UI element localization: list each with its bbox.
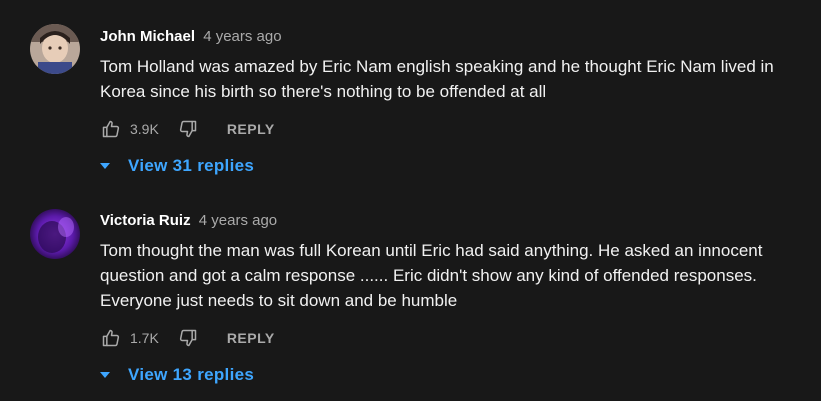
- thumbs-down-icon[interactable]: [177, 327, 199, 349]
- comment-text: Tom Holland was amazed by Eric Nam engli…: [100, 57, 774, 101]
- comment-header: John Michael 4 years ago: [100, 27, 800, 47]
- view-replies-button[interactable]: View 13 replies: [100, 363, 254, 387]
- view-replies-label: View 31 replies: [128, 156, 255, 175]
- comment-text: Tom thought the man was full Korean unti…: [100, 241, 763, 310]
- thumbs-down-icon[interactable]: [177, 118, 199, 140]
- comment-body: John Michael 4 years ago Tom Holland was…: [100, 27, 800, 104]
- comment-header: Victoria Ruiz 4 years ago: [100, 211, 800, 231]
- thumbs-up-icon[interactable]: [100, 118, 122, 140]
- comment-timestamp[interactable]: 4 years ago: [199, 212, 277, 229]
- like-count: 3.9K: [130, 121, 159, 137]
- caret-down-icon: [100, 163, 110, 169]
- author-name[interactable]: John Michael: [100, 28, 195, 45]
- view-replies-label: View 13 replies: [128, 365, 255, 384]
- author-name[interactable]: Victoria Ruiz: [100, 212, 191, 229]
- comment-actions: 1.7K REPLY: [100, 326, 275, 350]
- caret-down-icon: [100, 372, 110, 378]
- reply-button[interactable]: REPLY: [227, 330, 275, 346]
- avatar[interactable]: [30, 24, 80, 74]
- avatar-image: [30, 24, 80, 74]
- comment-timestamp[interactable]: 4 years ago: [203, 28, 281, 45]
- like-count: 1.7K: [130, 330, 159, 346]
- thumbs-up-icon[interactable]: [100, 327, 122, 349]
- avatar[interactable]: [30, 209, 80, 259]
- reply-button[interactable]: REPLY: [227, 121, 275, 137]
- comment-actions: 3.9K REPLY: [100, 117, 275, 141]
- view-replies-button[interactable]: View 31 replies: [100, 154, 254, 178]
- avatar-image: [30, 209, 80, 259]
- comment-body: Victoria Ruiz 4 years ago Tom thought th…: [100, 211, 800, 313]
